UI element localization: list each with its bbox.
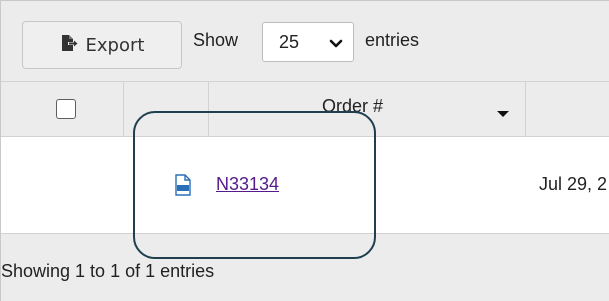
select-all-checkbox[interactable] [56, 99, 76, 119]
order-column-header[interactable]: Order # [322, 96, 383, 117]
page-length-select[interactable]: 25 [262, 22, 354, 62]
chevron-down-icon [329, 35, 343, 56]
file-export-icon [60, 34, 78, 57]
pdf-icon[interactable] [174, 174, 192, 201]
order-date: Jul 29, 2 [539, 174, 608, 194]
export-label: Export [85, 34, 145, 56]
table-row [1, 137, 609, 233]
order-link[interactable]: N33134 [216, 174, 279, 195]
table-header [1, 81, 609, 137]
export-button[interactable]: Export [22, 21, 182, 69]
show-label: Show [193, 30, 239, 50]
sort-caret-icon[interactable] [497, 111, 509, 117]
table-info: Showing 1 to 1 of 1 entries [1, 261, 215, 281]
entries-label: entries [365, 30, 420, 50]
page-length-value: 25 [279, 31, 300, 52]
